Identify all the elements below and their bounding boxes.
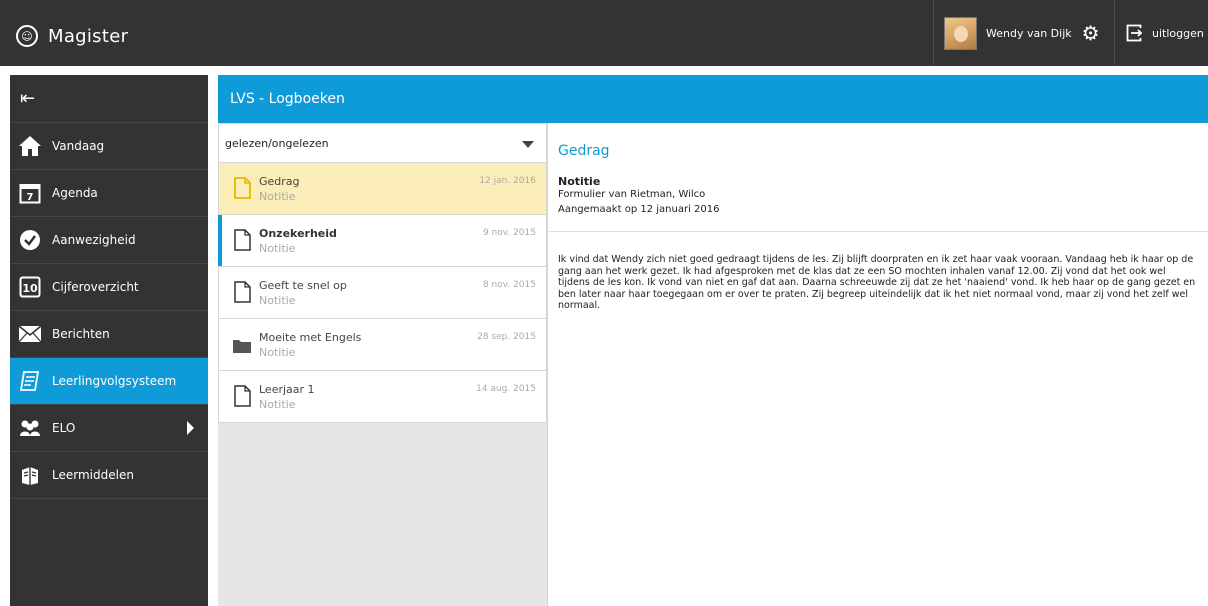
notebook-icon xyxy=(18,369,42,393)
list-item-subtitle: Notitie xyxy=(259,346,296,359)
detail-body: Ik vind dat Wendy zich niet goed gedraag… xyxy=(558,254,1196,311)
detail-title: Gedrag xyxy=(558,143,610,159)
list-item[interactable]: Moeite met Engels Notitie 28 sep. 2015 xyxy=(218,319,547,371)
list-item-title: Onzekerheid xyxy=(259,227,337,240)
divider xyxy=(549,231,1208,232)
svg-text:10: 10 xyxy=(22,282,38,295)
magister-logo-icon: ☺ xyxy=(16,25,38,47)
sidebar-item-label: Aanwezigheid xyxy=(52,233,136,247)
list-item-subtitle: Notitie xyxy=(259,294,296,307)
page-header: LVS - Logboeken xyxy=(218,75,1208,123)
menu-collapse-icon: ⇤ xyxy=(20,88,36,109)
list-item[interactable]: Leerjaar 1 Notitie 14 aug. 2015 xyxy=(218,371,547,423)
avatar[interactable] xyxy=(944,16,977,50)
list-item-date: 12 jan. 2016 xyxy=(479,176,536,186)
check-circle-icon xyxy=(18,228,42,252)
list-item-title: Moeite met Engels xyxy=(259,331,362,344)
sidebar-item-cijferoverzicht[interactable]: 10 Cijferoverzicht xyxy=(10,264,208,311)
grade-icon: 10 xyxy=(18,275,42,299)
list-item-subtitle: Notitie xyxy=(259,242,296,255)
books-icon xyxy=(18,463,42,487)
detail-created: Aangemaakt op 12 januari 2016 xyxy=(558,204,720,215)
read-filter-select[interactable]: gelezen/ongelezen xyxy=(218,123,547,163)
user-name[interactable]: Wendy van Dijk xyxy=(986,27,1072,40)
sidebar-item-berichten[interactable]: Berichten xyxy=(10,311,208,358)
sidebar: ⇤ Vandaag 7 Agenda Aanwezigheid 10 Cijfe… xyxy=(10,75,208,606)
group-icon xyxy=(18,416,42,440)
list-item[interactable]: Geeft te snel op Notitie 8 nov. 2015 xyxy=(218,267,547,319)
document-icon xyxy=(234,229,251,251)
brand[interactable]: ☺ Magister xyxy=(16,24,128,48)
list-item-title: Gedrag xyxy=(259,175,300,188)
sidebar-item-label: Leermiddelen xyxy=(52,468,134,482)
list-item[interactable]: Gedrag Notitie 12 jan. 2016 xyxy=(218,163,547,215)
sidebar-item-label: ELO xyxy=(52,421,76,435)
list-item-date: 9 nov. 2015 xyxy=(482,228,536,238)
sidebar-item-label: Vandaag xyxy=(52,139,105,153)
detail-type: Notitie xyxy=(558,175,601,188)
logout-label: uitloggen xyxy=(1152,26,1204,40)
home-icon xyxy=(18,134,42,158)
filter-value: gelezen/ongelezen xyxy=(225,136,329,150)
list-item-date: 14 aug. 2015 xyxy=(476,384,536,394)
sidebar-item-label: Agenda xyxy=(52,186,98,200)
list-item-subtitle: Notitie xyxy=(259,190,296,203)
sidebar-item-leermiddelen[interactable]: Leermiddelen xyxy=(10,452,208,499)
sidebar-item-leerlingvolgsysteem[interactable]: Leerlingvolgsysteem xyxy=(10,358,208,405)
list-item[interactable]: Onzekerheid Notitie 9 nov. 2015 xyxy=(218,215,547,267)
list-item-title: Leerjaar 1 xyxy=(259,383,315,396)
logout-icon xyxy=(1126,24,1143,42)
sidebar-item-label: Cijferoverzicht xyxy=(52,280,139,294)
sidebar-item-agenda[interactable]: 7 Agenda xyxy=(10,170,208,217)
document-icon xyxy=(234,281,251,303)
logbook-list-panel: gelezen/ongelezen Gedrag Notitie 12 jan.… xyxy=(218,123,548,606)
svg-text:7: 7 xyxy=(27,192,34,203)
folder-icon xyxy=(233,340,251,353)
logout-button[interactable]: uitloggen xyxy=(1116,0,1208,66)
calendar-icon: 7 xyxy=(18,181,42,205)
list-item-date: 28 sep. 2015 xyxy=(477,332,536,342)
page-title: LVS - Logboeken xyxy=(230,91,345,107)
menu-collapse-button[interactable]: ⇤ xyxy=(10,75,208,123)
list-item-subtitle: Notitie xyxy=(259,398,296,411)
sidebar-item-aanwezigheid[interactable]: Aanwezigheid xyxy=(10,217,208,264)
detail-panel: Gedrag Notitie Formulier van Rietman, Wi… xyxy=(549,123,1208,606)
sidebar-item-vandaag[interactable]: Vandaag xyxy=(10,123,208,170)
sidebar-item-label: Berichten xyxy=(52,327,110,341)
chevron-right-icon[interactable] xyxy=(187,421,194,435)
sidebar-item-label: Leerlingvolgsysteem xyxy=(52,374,177,388)
sidebar-item-elo[interactable]: ELO xyxy=(10,405,208,452)
app-name: Magister xyxy=(48,25,129,47)
detail-form: Formulier van Rietman, Wilco xyxy=(558,189,706,200)
caret-down-icon[interactable] xyxy=(522,141,534,148)
gear-icon[interactable]: ⚙ xyxy=(1082,23,1100,43)
list-item-title: Geeft te snel op xyxy=(259,279,347,292)
user-menu[interactable]: Wendy van Dijk ⚙ xyxy=(933,0,1115,66)
envelope-icon xyxy=(18,322,42,346)
document-icon xyxy=(234,385,251,407)
document-icon xyxy=(234,177,251,199)
top-bar: ☺ Magister Wendy van Dijk ⚙ uitloggen xyxy=(0,0,1208,66)
list-item-date: 8 nov. 2015 xyxy=(482,280,536,290)
